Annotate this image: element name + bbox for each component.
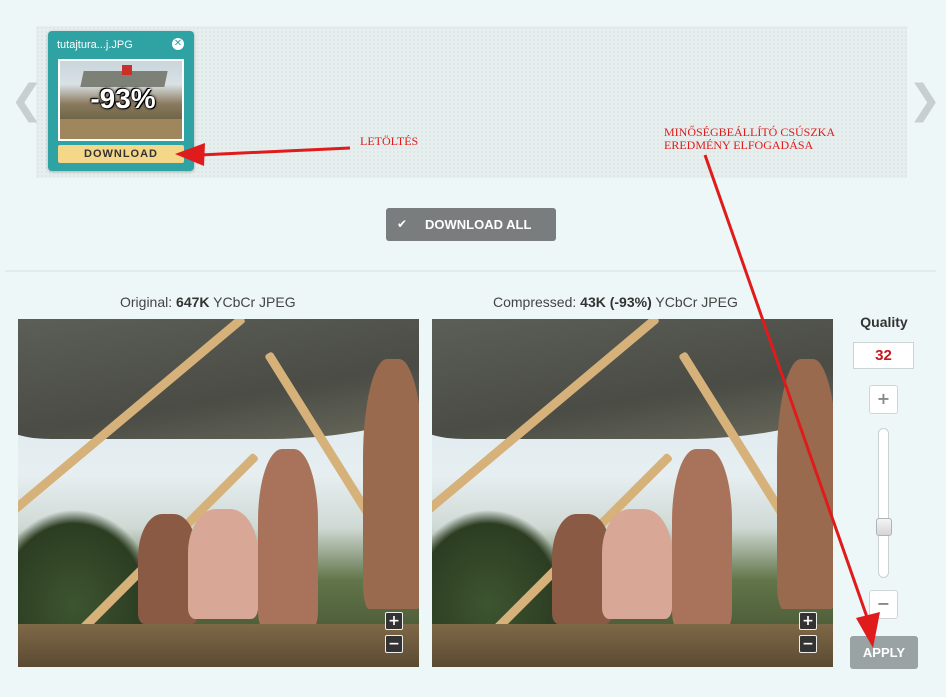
download-all-label: DOWNLOAD ALL [425, 217, 532, 232]
compressed-image[interactable] [432, 319, 833, 667]
check-icon: ✔ [397, 217, 408, 231]
chevron-right-icon[interactable]: ❯ [908, 80, 942, 120]
compressed-caption: Compressed: 43K (-93%) YCbCr JPEG [493, 294, 738, 310]
quality-input[interactable]: 32 [853, 342, 914, 369]
zoom-in-compressed-button[interactable]: + [799, 612, 817, 630]
section-divider [5, 270, 936, 272]
close-icon[interactable]: ✕ [172, 38, 184, 50]
download-all-button[interactable]: ✔ DOWNLOAD ALL [386, 208, 556, 241]
zoom-out-compressed-button[interactable]: − [799, 635, 817, 653]
quality-title: Quality [860, 314, 908, 330]
quality-increase-button[interactable]: + [869, 385, 898, 414]
annotation-quality-line2: EREDMÉNY ELFOGADÁSA [664, 138, 814, 152]
compressed-size: 43K (-93%) [580, 294, 652, 310]
quality-slider[interactable] [878, 428, 889, 578]
annotation-download: LETÖLTÉS [360, 134, 419, 148]
zoom-in-original-button[interactable]: + [385, 612, 403, 630]
original-size: 647K [176, 294, 210, 310]
apply-button[interactable]: APPLY [850, 636, 918, 669]
original-image[interactable] [18, 319, 419, 667]
quality-slider-handle[interactable] [876, 517, 892, 536]
zoom-out-original-button[interactable]: − [385, 635, 403, 653]
original-caption: Original: 647K YCbCr JPEG [120, 294, 296, 310]
quality-decrease-button[interactable]: − [869, 590, 898, 619]
file-card: tutajtura...j.JPG ✕ -93% DOWNLOAD [48, 31, 194, 171]
annotation-quality: MINŐSÉGBEÁLLÍTÓ CSÚSZKA EREDMÉNY ELFOGAD… [664, 126, 884, 152]
download-button[interactable]: DOWNLOAD [58, 145, 184, 163]
compression-percent: -93% [90, 83, 156, 114]
chevron-left-icon[interactable]: ❮ [10, 80, 44, 120]
file-thumbnail: -93% [58, 59, 184, 141]
file-name: tutajtura...j.JPG [57, 39, 133, 51]
